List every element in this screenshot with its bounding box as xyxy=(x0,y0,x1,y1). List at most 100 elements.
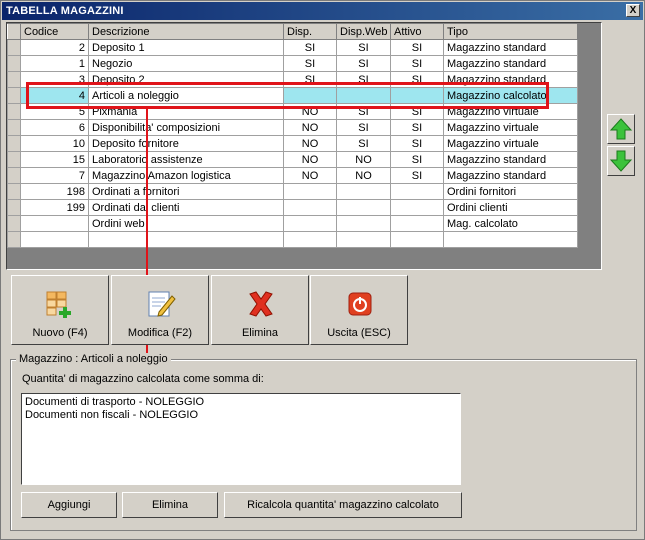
column-header-attivo[interactable]: Attivo xyxy=(390,23,444,40)
table-cell[interactable]: 199 xyxy=(20,199,89,216)
table-cell[interactable]: Ordini web xyxy=(88,215,284,232)
table-row[interactable]: 15 Laboratorio assistenze NO NO SI Magazzino … xyxy=(7,151,578,168)
table-cell[interactable]: SI xyxy=(283,55,337,72)
table-cell[interactable]: Magazzino virtuale xyxy=(443,135,578,152)
table-row[interactable]: 5 Pixmania NO SI SI Magazzino virtuale xyxy=(7,103,578,120)
add-button[interactable]: Aggiungi xyxy=(21,492,117,518)
column-header-descrizione[interactable]: Descrizione xyxy=(88,23,284,40)
column-header-tipo[interactable]: Tipo xyxy=(443,23,578,40)
row-indicator[interactable] xyxy=(7,183,21,200)
column-header-disp-web[interactable]: Disp.Web xyxy=(336,23,391,40)
table-cell[interactable]: Laboratorio assistenze xyxy=(88,151,284,168)
table-cell[interactable]: Ordinati a fornitori xyxy=(88,183,284,200)
table-row[interactable]: Ordini web Mag. calcolato xyxy=(7,215,578,232)
table-cell[interactable]: SI xyxy=(336,71,391,88)
row-indicator[interactable] xyxy=(7,39,21,56)
row-indicator[interactable] xyxy=(7,199,21,216)
table-cell[interactable] xyxy=(336,87,391,104)
list-item[interactable]: Documenti di trasporto - NOLEGGIO xyxy=(25,396,457,409)
table-cell[interactable]: 3 xyxy=(20,71,89,88)
table-cell[interactable]: NO xyxy=(283,135,337,152)
table-cell[interactable]: Magazzino standard xyxy=(443,151,578,168)
table-cell[interactable]: 1 xyxy=(20,55,89,72)
table-cell[interactable] xyxy=(283,87,337,104)
table-cell[interactable]: Magazzino standard xyxy=(443,71,578,88)
table-cell[interactable]: SI xyxy=(336,103,391,120)
table-cell[interactable]: NO xyxy=(283,119,337,136)
table-cell[interactable]: NO xyxy=(283,151,337,168)
table-cell[interactable]: SI xyxy=(336,39,391,56)
row-indicator[interactable] xyxy=(7,151,21,168)
row-indicator[interactable] xyxy=(7,71,21,88)
table-cell[interactable]: Negozio xyxy=(88,55,284,72)
table-cell[interactable] xyxy=(20,231,89,248)
list-item[interactable]: Documenti non fiscali - NOLEGGIO xyxy=(25,409,457,422)
table-cell[interactable] xyxy=(390,199,444,216)
column-header-codice[interactable]: Codice xyxy=(20,23,89,40)
table-cell[interactable]: SI xyxy=(390,167,444,184)
row-indicator[interactable] xyxy=(7,215,21,232)
row-indicator[interactable] xyxy=(7,103,21,120)
table-cell[interactable]: SI xyxy=(390,151,444,168)
source-documents-list[interactable]: Documenti di trasporto - NOLEGGIO Docume… xyxy=(21,393,461,485)
remove-button[interactable]: Elimina xyxy=(122,492,218,518)
table-cell[interactable]: Magazzino standard xyxy=(443,167,578,184)
table-row[interactable]: 10 Deposito fornitore NO SI SI Magazzino virt… xyxy=(7,135,578,152)
table-cell[interactable] xyxy=(283,183,337,200)
column-header-disp[interactable]: Disp. xyxy=(283,23,337,40)
table-cell[interactable] xyxy=(336,199,391,216)
table-row[interactable]: 1 Negozio SI SI SI Magazzino standard xyxy=(7,55,578,72)
table-cell[interactable]: Ordini fornitori xyxy=(443,183,578,200)
table-cell[interactable]: Deposito 2 xyxy=(88,71,284,88)
table-cell[interactable]: 15 xyxy=(20,151,89,168)
row-indicator[interactable] xyxy=(7,55,21,72)
table-cell[interactable]: 4 xyxy=(20,87,89,104)
table-cell[interactable] xyxy=(283,215,337,232)
table-row[interactable]: 199 Ordinati dai clienti Ordini clienti xyxy=(7,199,578,216)
table-cell[interactable]: 7 xyxy=(20,167,89,184)
table-cell[interactable]: SI xyxy=(390,103,444,120)
table-cell[interactable]: SI xyxy=(390,55,444,72)
table-row[interactable]: 7 Magazzino Amazon logistica NO NO SI Magazzi… xyxy=(7,167,578,184)
table-cell[interactable]: SI xyxy=(390,135,444,152)
row-indicator[interactable] xyxy=(7,119,21,136)
table-row[interactable]: 198 Ordinati a fornitori Ordini fornitori xyxy=(7,183,578,200)
table-row[interactable]: 6 Disponibilita' composizioni NO SI SI Magazz… xyxy=(7,119,578,136)
table-cell[interactable] xyxy=(20,215,89,232)
table-cell[interactable] xyxy=(390,231,444,248)
table-cell[interactable]: SI xyxy=(336,119,391,136)
table-cell[interactable]: Magazzino Amazon logistica xyxy=(88,167,284,184)
table-cell[interactable] xyxy=(283,231,337,248)
table-cell[interactable] xyxy=(336,183,391,200)
table-cell[interactable]: Pixmania xyxy=(88,103,284,120)
table-cell[interactable]: SI xyxy=(390,39,444,56)
exit-button[interactable]: Uscita (ESC) xyxy=(310,275,408,345)
table-cell[interactable]: Deposito fornitore xyxy=(88,135,284,152)
move-down-button[interactable] xyxy=(607,146,635,176)
table-cell[interactable]: SI xyxy=(390,71,444,88)
table-cell[interactable] xyxy=(390,183,444,200)
table-cell[interactable] xyxy=(336,231,391,248)
table-row[interactable] xyxy=(7,231,578,248)
table-cell[interactable]: 198 xyxy=(20,183,89,200)
row-indicator[interactable] xyxy=(7,231,21,248)
row-indicator[interactable] xyxy=(7,87,21,104)
table-cell[interactable]: Magazzino virtuale xyxy=(443,103,578,120)
table-cell[interactable] xyxy=(390,87,444,104)
table-cell[interactable] xyxy=(283,199,337,216)
close-button[interactable]: X xyxy=(626,4,640,17)
table-cell[interactable] xyxy=(390,215,444,232)
table-cell[interactable]: 2 xyxy=(20,39,89,56)
table-cell[interactable]: SI xyxy=(390,119,444,136)
table-cell[interactable]: Ordini clienti xyxy=(443,199,578,216)
new-button[interactable]: Nuovo (F4) xyxy=(11,275,109,345)
table-cell[interactable]: 10 xyxy=(20,135,89,152)
table-cell[interactable]: Articoli a noleggio xyxy=(88,87,284,104)
move-up-button[interactable] xyxy=(607,114,635,144)
edit-button[interactable]: Modifica (F2) xyxy=(111,275,209,345)
table-cell[interactable]: SI xyxy=(283,71,337,88)
table-cell[interactable] xyxy=(88,231,284,248)
table-cell[interactable]: 5 xyxy=(20,103,89,120)
table-cell[interactable]: SI xyxy=(336,135,391,152)
table-cell[interactable]: Deposito 1 xyxy=(88,39,284,56)
